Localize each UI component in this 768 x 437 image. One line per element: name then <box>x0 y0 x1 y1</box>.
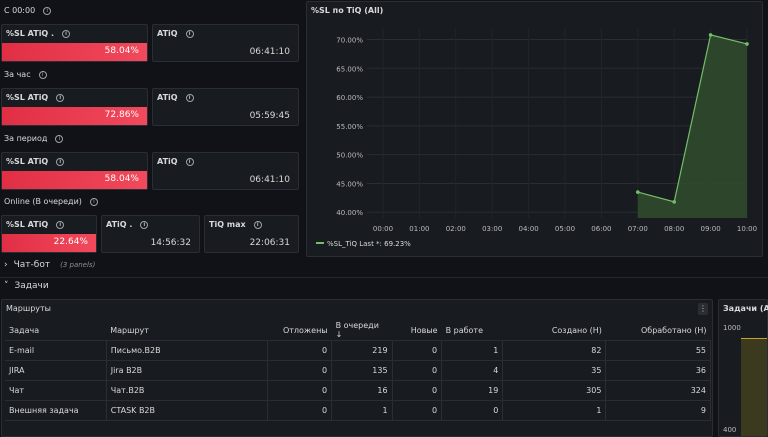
stat-panel-sl-1[interactable]: %SL ATiQ .i 58.04% <box>1 24 148 62</box>
stat-panel-atiq-2[interactable]: ATiQ i 05:59:45 <box>152 88 299 126</box>
column-header-in-progress[interactable]: В работе <box>441 321 503 341</box>
stat-value-bar: 22.64% <box>2 234 96 252</box>
data-point <box>708 33 713 37</box>
x-tick-label: 10:00 <box>737 225 757 233</box>
y-tick-label: 50.00% <box>336 152 363 160</box>
stat-value: 58.04% <box>104 174 139 184</box>
bar-mark <box>741 338 767 436</box>
table-row: Чат Чат.B2B 0 16 0 19 305 324 <box>5 380 711 401</box>
column-header-task[interactable]: Задача <box>5 321 107 341</box>
y-tick-label: 45.00% <box>336 180 363 188</box>
info-icon[interactable]: i <box>43 6 52 15</box>
table-header-row: Задача Маршрут Отложены В очереди ↓ Новы… <box>5 321 711 341</box>
x-tick-label: 09:00 <box>701 225 721 233</box>
section-title-since-midnight: С 00:00 i <box>4 6 52 15</box>
stat-panel-sl-2[interactable]: %SL ATiQ i 72.86% <box>1 88 148 126</box>
y-tick-label: 70.00% <box>336 37 363 45</box>
info-icon[interactable]: i <box>185 29 194 38</box>
y-tick-label: 65.00% <box>336 65 363 73</box>
x-tick-label: 03:00 <box>482 225 502 233</box>
info-icon[interactable]: i <box>253 220 262 229</box>
row-chatbot[interactable]: › Чат-бот (3 panels) <box>4 260 95 270</box>
section-title-last-hour: За час i <box>4 70 47 79</box>
row-tasks[interactable]: ˅ Задачи <box>4 281 49 291</box>
chevron-down-icon: ˅ <box>4 281 9 291</box>
row-tasks-label: Задачи <box>14 281 49 291</box>
divider <box>0 277 768 278</box>
info-icon[interactable]: i <box>56 157 65 166</box>
info-icon[interactable]: i <box>89 197 98 206</box>
column-header-new[interactable]: Новые <box>392 321 442 341</box>
info-icon[interactable]: i <box>185 157 194 166</box>
info-icon[interactable]: i <box>56 220 65 229</box>
x-tick-label: 05:00 <box>555 225 575 233</box>
column-header-queued[interactable]: В очереди ↓ <box>331 321 393 341</box>
stat-value-bar: 72.86% <box>2 107 147 125</box>
stat-value: 72.86% <box>104 110 139 120</box>
row-chatbot-label: Чат-бот <box>13 260 51 270</box>
routes-table-panel[interactable]: Маршруты ⋮ Задача Маршрут Отложены В оче… <box>1 299 713 437</box>
data-point <box>636 190 640 194</box>
info-icon[interactable]: i <box>56 93 65 102</box>
x-tick-label: 01:00 <box>409 225 429 233</box>
x-tick-label: 06:00 <box>591 225 611 233</box>
stat-value: 14:56:32 <box>150 238 191 248</box>
routes-panel-title: Маршруты <box>6 304 51 313</box>
data-point <box>672 200 676 204</box>
stat-value: 22.64% <box>53 237 88 247</box>
chart-panel-sl-tiq[interactable]: %SL по TiQ (All) 70.00% 65.00% 60.00% 55.00… <box>306 1 763 257</box>
column-header-postponed[interactable]: Отложены <box>267 321 332 341</box>
y-tick-label: 1000 <box>723 324 741 332</box>
x-tick-label: 07:00 <box>628 225 648 233</box>
stat-value-bar: 58.04% <box>2 171 147 189</box>
x-tick-label: 02:00 <box>446 225 466 233</box>
sl-tiq-chart: 70.00% 65.00% 60.00% 55.00% 50.00% 45.00% 40.0… <box>316 28 757 248</box>
stat-value: 06:41:10 <box>249 47 290 57</box>
stat-panel-atiq-3[interactable]: ATiQ i 06:41:10 <box>152 152 299 190</box>
table-row: E-mail Письмо.B2B 0 219 0 1 82 55 <box>5 340 711 361</box>
row-chatbot-count: (3 panels) <box>60 261 96 269</box>
tasks-all-title: Задачи (All) <box>723 304 768 313</box>
data-point <box>745 42 749 46</box>
info-icon[interactable]: i <box>62 29 71 38</box>
y-tick-label: 60.00% <box>336 94 363 102</box>
tasks-all-panel[interactable]: Задачи (All) 1000 400 <box>718 299 768 437</box>
stat-panel-atiq-1[interactable]: ATiQ i 06:41:10 <box>152 24 299 62</box>
info-icon[interactable]: i <box>140 220 149 229</box>
info-icon[interactable]: i <box>185 93 194 102</box>
y-tick-label: 400 <box>723 426 737 434</box>
column-header-processed[interactable]: Обработано (Н) <box>605 321 711 341</box>
info-icon[interactable]: i <box>38 70 47 79</box>
series-area <box>637 34 747 219</box>
y-tick-label: 40.00% <box>336 209 363 217</box>
table-row: Внешняя задача CTASK B2B 0 1 0 0 1 9 <box>5 400 711 421</box>
section-title-period: За период i <box>4 134 64 143</box>
x-tick-label: 00:00 <box>373 225 393 233</box>
legend-label: %SL_TiQ Last *: 69.23% <box>327 240 411 248</box>
column-header-route[interactable]: Маршрут <box>106 321 268 341</box>
x-tick-label: 04:00 <box>519 225 539 233</box>
stat-value: 06:41:10 <box>249 175 290 185</box>
stat-value: 22:06:31 <box>249 238 290 248</box>
y-tick-label: 55.00% <box>336 123 363 131</box>
stat-value-bar: 58.04% <box>2 43 147 61</box>
routes-table: Задача Маршрут Отложены В очереди ↓ Новы… <box>5 321 711 421</box>
section-title-online: Online (В очереди) i <box>4 197 98 206</box>
stat-value: 58.04% <box>104 46 139 56</box>
stat-panel-atiq-online[interactable]: ATiQ .i 14:56:32 <box>101 215 200 253</box>
stat-value: 05:59:45 <box>249 111 290 121</box>
stat-panel-sl-online[interactable]: %SL ATiQ i 22.64% <box>1 215 97 253</box>
panel-menu-icon[interactable]: ⋮ <box>698 303 708 315</box>
chevron-right-icon: › <box>4 260 8 270</box>
info-icon[interactable]: i <box>55 134 64 143</box>
column-header-created[interactable]: Создано (Н) <box>502 321 606 341</box>
table-row: JIRA Jira B2B 0 135 0 4 35 36 <box>5 360 711 381</box>
x-tick-label: 08:00 <box>664 225 684 233</box>
stat-panel-tiq-max[interactable]: TiQ max i 22:06:31 <box>204 215 299 253</box>
stat-panel-sl-3[interactable]: %SL ATiQ i 58.04% <box>1 152 148 190</box>
